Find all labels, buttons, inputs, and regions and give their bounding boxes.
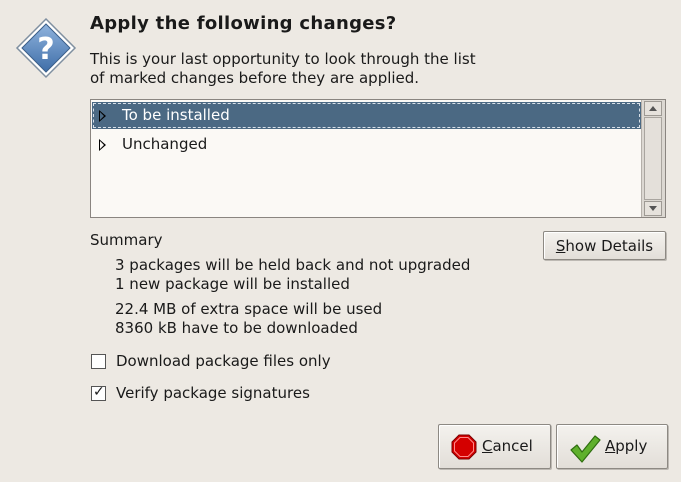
checkmark-icon xyxy=(569,434,601,463)
summary-details: 3 packages will be held back and not upg… xyxy=(115,256,470,338)
tree-row-label: To be installed xyxy=(122,106,230,124)
label-rest: pply xyxy=(615,437,648,455)
expander-arrow-icon[interactable] xyxy=(99,110,106,122)
summary-heading: Summary xyxy=(90,231,163,249)
button-label: Apply xyxy=(605,437,647,455)
mnemonic: A xyxy=(605,437,616,455)
scrollbar-thumb[interactable] xyxy=(644,117,662,200)
mnemonic: S xyxy=(555,237,566,255)
checkbox-label: Download package files only xyxy=(116,352,331,370)
tree-row-label: Unchanged xyxy=(122,135,208,153)
apply-changes-dialog: ? Apply the following changes? This is y… xyxy=(0,0,681,482)
mnemonic: C xyxy=(482,437,493,455)
dialog-title: Apply the following changes? xyxy=(90,13,397,34)
button-label: Cancel xyxy=(482,437,533,455)
summary-line: 22.4 MB of extra space will be used xyxy=(115,300,383,318)
stop-icon xyxy=(451,434,477,460)
changes-tree[interactable]: To be installed Unchanged xyxy=(90,99,666,218)
summary-line: 3 packages will be held back and not upg… xyxy=(115,256,471,274)
apply-button[interactable]: Apply xyxy=(556,424,668,469)
download-only-checkbox[interactable] xyxy=(91,354,106,369)
changes-tree-viewport: To be installed Unchanged xyxy=(91,100,641,217)
vertical-scrollbar[interactable] xyxy=(641,100,665,217)
label-rest: ancel xyxy=(492,437,533,455)
cancel-button[interactable]: Cancel xyxy=(438,424,551,469)
expander-arrow-icon[interactable] xyxy=(99,139,106,151)
button-label: how Details xyxy=(565,237,654,255)
tree-row-to-be-installed[interactable]: To be installed xyxy=(92,102,641,129)
summary-line: 1 new package will be installed xyxy=(115,275,350,293)
checkmark-icon: ✓ xyxy=(93,384,105,400)
scroll-up-button[interactable] xyxy=(644,101,662,116)
arrow-up-icon xyxy=(649,106,657,111)
scroll-down-button[interactable] xyxy=(644,201,662,216)
show-details-button[interactable]: Show Details xyxy=(543,231,666,260)
arrow-down-icon xyxy=(649,206,657,211)
checkbox-label: Verify package signatures xyxy=(116,384,310,402)
svg-text:?: ? xyxy=(37,32,54,67)
summary-line: 8360 kB have to be downloaded xyxy=(115,319,358,337)
question-icon: ? xyxy=(14,16,78,80)
verify-signatures-checkbox[interactable]: ✓ xyxy=(91,384,106,401)
tree-row-unchanged[interactable]: Unchanged xyxy=(92,131,641,158)
dialog-description: This is your last opportunity to look th… xyxy=(90,50,476,87)
